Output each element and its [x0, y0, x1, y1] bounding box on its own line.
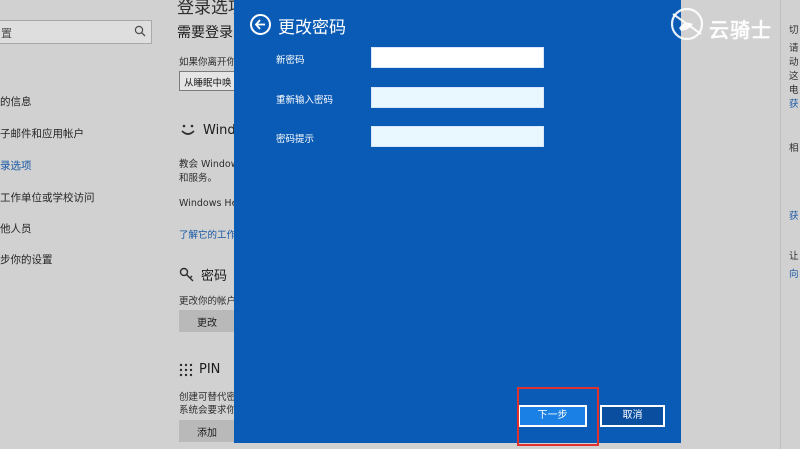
confirm-password-field[interactable] — [371, 87, 544, 108]
new-password-label: 新密码 — [276, 55, 305, 66]
dialog-title: 更改密码 — [278, 18, 346, 38]
next-button-highlight — [517, 387, 599, 446]
cancel-button[interactable]: 取消 — [600, 405, 665, 427]
back-button[interactable] — [250, 14, 271, 35]
new-password-field[interactable] — [371, 47, 544, 68]
password-hint-label: 密码提示 — [276, 134, 315, 145]
watermark-text: 云骑士 — [709, 18, 772, 42]
back-arrow-icon — [254, 19, 265, 30]
watermark-logo-icon — [670, 7, 704, 41]
confirm-password-label: 重新输入密码 — [276, 95, 334, 106]
change-password-dialog: 更改密码 新密码 重新输入密码 密码提示 下一步 取消 — [234, 0, 681, 443]
watermark: 云骑士 — [667, 4, 787, 44]
password-hint-field[interactable] — [371, 126, 544, 147]
